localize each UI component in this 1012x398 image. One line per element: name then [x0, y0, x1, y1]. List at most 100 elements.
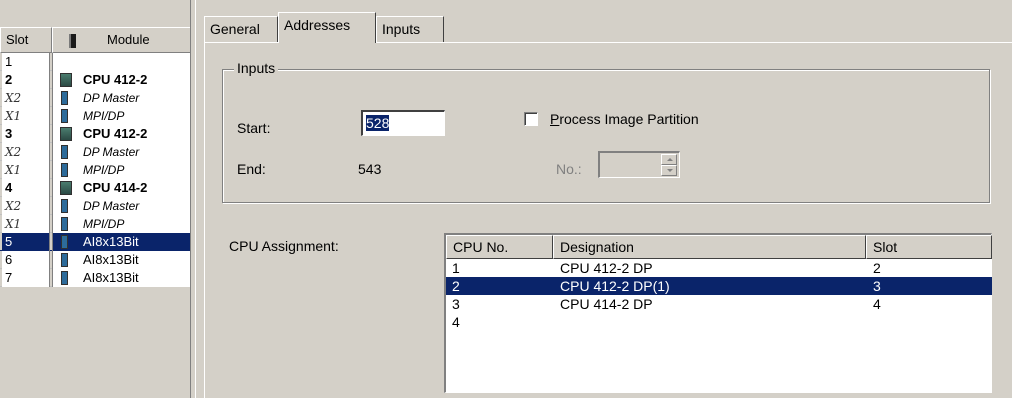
- slot-number: 1: [2, 53, 50, 71]
- slot-row[interactable]: 1: [0, 53, 190, 71]
- slot-cell: 2: [873, 260, 881, 276]
- end-address-value: 543: [358, 161, 382, 177]
- slot-row[interactable]: X2 DP Master: [0, 89, 190, 107]
- module-name: DP Master: [83, 145, 140, 159]
- module-name: MPI/DP: [83, 163, 125, 177]
- column-header-cpu-no[interactable]: CPU No.: [446, 235, 553, 259]
- slot-number: 6: [2, 251, 50, 269]
- slot-number: X1: [2, 215, 50, 233]
- spinner-down-button: [661, 165, 677, 176]
- slot-row[interactable]: 7 AI8x13Bit: [0, 269, 190, 287]
- cpu-table-row[interactable]: 2 CPU 412-2 DP(1) 3: [446, 277, 992, 295]
- panel-splitter[interactable]: [190, 0, 196, 398]
- module-name: DP Master: [83, 199, 140, 213]
- slot-row[interactable]: X1 MPI/DP: [0, 161, 190, 179]
- tab-general[interactable]: General: [204, 16, 278, 42]
- slot-number: 5: [2, 233, 50, 251]
- module-cell: MPI/DP: [52, 161, 190, 179]
- slot-table-header: Slot Module: [0, 27, 190, 53]
- tab-inputs[interactable]: Inputs: [376, 16, 444, 42]
- module-icon: [61, 163, 68, 177]
- slot-row[interactable]: X1 MPI/DP: [0, 107, 190, 125]
- module-column-label: Module: [107, 32, 150, 47]
- slot-number: 4: [2, 179, 50, 197]
- slot-row[interactable]: 4 CPU 414-2: [0, 179, 190, 197]
- column-header-slot[interactable]: Slot: [866, 235, 992, 259]
- module-cell: AI8x13Bit: [52, 269, 190, 287]
- slot-number: X2: [2, 143, 50, 161]
- slot-column-header[interactable]: Slot: [0, 27, 52, 53]
- slot-row[interactable]: 6 AI8x13Bit: [0, 251, 190, 269]
- cpu-module-icon: [60, 127, 72, 141]
- slot-row[interactable]: X2 DP Master: [0, 197, 190, 215]
- start-address-input[interactable]: 528: [361, 110, 445, 136]
- module-cell: AI8x13Bit: [52, 233, 190, 251]
- module-cell: DP Master: [52, 143, 190, 161]
- cpu-table-header: CPU No. Designation Slot: [446, 235, 992, 259]
- tab-inputs-label: Inputs: [382, 21, 421, 37]
- slot-number: 7: [2, 269, 50, 287]
- module-name: AI8x13Bit: [83, 234, 139, 249]
- slot-row[interactable]: X1 MPI/DP: [0, 215, 190, 233]
- slot-number: X2: [2, 197, 50, 215]
- cpu-number-cell: 2: [452, 278, 460, 294]
- slot-number: 2: [2, 71, 50, 89]
- slot-row[interactable]: 3 CPU 412-2: [0, 125, 190, 143]
- tab-addresses[interactable]: Addresses: [278, 12, 376, 43]
- cpu-number-cell: 3: [452, 296, 460, 312]
- module-icon: [61, 145, 68, 159]
- slot-number: X2: [2, 89, 50, 107]
- cpu-assignment-label: CPU Assignment:: [229, 238, 339, 254]
- module-column-header[interactable]: Module: [52, 27, 190, 53]
- cpu-assignment-table: CPU No. Designation Slot 1 CPU 412-2 DP 2 2…: [444, 233, 992, 393]
- column-header-cpu-no-label: CPU No.: [453, 239, 509, 255]
- module-name: AI8x13Bit: [83, 252, 139, 267]
- slot-row[interactable]: 5 AI8x13Bit: [0, 233, 190, 251]
- cpu-table-row[interactable]: 1 CPU 412-2 DP 2: [446, 259, 992, 277]
- module-name: AI8x13Bit: [83, 270, 139, 285]
- module-name: CPU 412-2: [83, 126, 148, 141]
- module-name: MPI/DP: [83, 217, 125, 231]
- cpu-table-row[interactable]: 4: [446, 313, 992, 331]
- module-name: DP Master: [83, 91, 140, 105]
- module-name: CPU 412-2: [83, 72, 148, 87]
- cpu-number-cell: 4: [452, 314, 460, 330]
- end-label: End:: [237, 161, 266, 177]
- start-address-value: 528: [366, 115, 390, 131]
- column-header-designation[interactable]: Designation: [553, 235, 866, 259]
- slot-cell: 4: [873, 296, 881, 312]
- module-icon: [61, 271, 68, 285]
- cpu-table-row[interactable]: 3 CPU 414-2 DP 4: [446, 295, 992, 313]
- slot-row[interactable]: 2 CPU 412-2: [0, 71, 190, 89]
- process-image-partition-checkbox[interactable]: [524, 112, 538, 126]
- module-icon: [69, 34, 76, 48]
- module-icon: [61, 235, 68, 249]
- partition-number-label: No.:: [556, 161, 582, 177]
- module-cell: CPU 414-2: [52, 179, 190, 197]
- slot-module-table: Slot Module 1 2 CPU 412-2 X2 DP Master X1 MPI/…: [0, 0, 190, 398]
- arrow-down-icon: [667, 169, 673, 172]
- cpu-number-cell: 1: [452, 260, 460, 276]
- slot-number: X1: [2, 161, 50, 179]
- designation-cell: CPU 412-2 DP: [560, 260, 653, 276]
- module-cell: MPI/DP: [52, 107, 190, 125]
- module-cell: CPU 412-2: [52, 125, 190, 143]
- module-cell: DP Master: [52, 197, 190, 215]
- module-name: MPI/DP: [83, 109, 125, 123]
- tab-general-label: General: [210, 21, 260, 37]
- module-icon: [61, 91, 68, 105]
- slot-row[interactable]: X2 DP Master: [0, 143, 190, 161]
- arrow-up-icon: [667, 158, 673, 161]
- cpu-module-icon: [60, 181, 72, 195]
- module-icon: [61, 199, 68, 213]
- slot-rows: 1 2 CPU 412-2 X2 DP Master X1 MPI/DP 3 CPU 412-2…: [0, 53, 190, 287]
- slot-column-label: Slot: [6, 32, 29, 47]
- process-image-partition-label[interactable]: Process Image Partition: [550, 110, 699, 128]
- slot-number: X1: [2, 107, 50, 125]
- column-header-slot-label: Slot: [873, 239, 898, 255]
- module-cell: CPU 412-2: [52, 71, 190, 89]
- designation-cell: CPU 414-2 DP: [560, 296, 653, 312]
- inputs-groupbox: [222, 69, 990, 203]
- slot-cell: 3: [873, 278, 881, 294]
- module-cell: AI8x13Bit: [52, 251, 190, 269]
